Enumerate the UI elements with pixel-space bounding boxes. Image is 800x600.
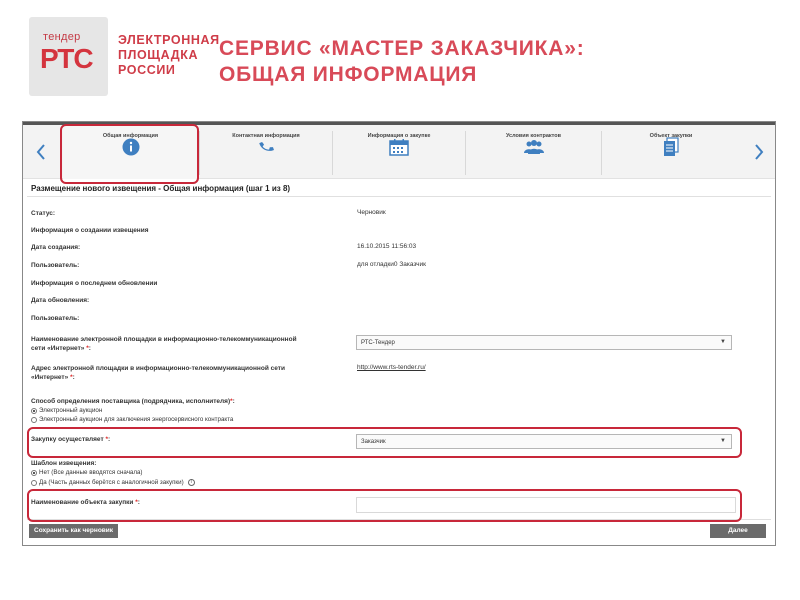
template-option[interactable]: Да (Часть данных берётся с аналогичной з… bbox=[31, 479, 195, 486]
radio-button[interactable] bbox=[31, 479, 37, 486]
created-date-label: Дата создания: bbox=[31, 244, 81, 251]
wizard-step-label: Контактная информация bbox=[232, 133, 300, 139]
platform-name-label: Наименование электронной площадки в инфо… bbox=[31, 335, 351, 353]
option-label: Электронный аукцион bbox=[39, 407, 103, 414]
logo-tender-text: тендер bbox=[43, 31, 81, 43]
option-label: Электронный аукцион для заключения энерг… bbox=[39, 416, 234, 423]
created-date-value: 16.10.2015 11:56:03 bbox=[357, 243, 417, 250]
chevron-left-icon[interactable] bbox=[25, 125, 57, 179]
logo-caption: ЭЛЕКТРОННАЯ ПЛОЩАДКА РОССИИ bbox=[118, 33, 220, 78]
rts-logo: тендер РТС bbox=[29, 17, 108, 96]
wizard-step-label: Объект закупки bbox=[649, 133, 693, 139]
last-update-heading: Информация о последнем обновлении bbox=[31, 280, 158, 287]
wizard-step-purchase-info[interactable]: Информация о закупке bbox=[333, 125, 465, 179]
page-title-line: ОБЩАЯ ИНФОРМАЦИЯ bbox=[219, 63, 478, 86]
highlight-purchaser-row bbox=[27, 427, 742, 458]
wizard-step-contract-terms[interactable]: Условия контрактов bbox=[466, 125, 601, 179]
platform-address-link[interactable]: http://www.rts-tender.ru/ bbox=[357, 364, 426, 371]
next-button[interactable]: Далее bbox=[710, 524, 766, 538]
platform-name-label-line: сети «Интернет» bbox=[31, 345, 85, 352]
highlight-active-step bbox=[60, 124, 199, 184]
platform-address-label-line: «Интернет» bbox=[31, 374, 69, 381]
platform-name-select[interactable]: РТС-Тендер ▼ bbox=[356, 335, 732, 350]
logo-caption-line: ЭЛЕКТРОННАЯ bbox=[118, 33, 220, 47]
update-user-label: Пользователь: bbox=[31, 315, 80, 322]
wizard-step-contact-info[interactable]: Контактная информация bbox=[200, 125, 332, 179]
user-value: для отладки0 Заказчик bbox=[357, 261, 427, 268]
supplier-method-option[interactable]: Электронный аукцион для заключения энерг… bbox=[31, 416, 233, 423]
update-date-label: Дата обновления: bbox=[31, 297, 90, 304]
supplier-method-label: Способ определения поставщика (подрядчик… bbox=[31, 397, 235, 406]
radio-button[interactable] bbox=[31, 407, 37, 414]
template-option[interactable]: Нет (Все данные вводятся сначала) bbox=[31, 469, 142, 476]
supplier-method-label-text: Способ определения поставщика (подрядчик… bbox=[31, 398, 231, 405]
option-label: Нет (Все данные вводятся сначала) bbox=[39, 469, 143, 476]
label-colon: : bbox=[88, 345, 91, 352]
wizard-step-label: Информация о закупке bbox=[367, 133, 431, 139]
label-colon: : bbox=[232, 398, 235, 405]
template-label: Шаблон извещения: bbox=[31, 460, 97, 467]
radio-button[interactable] bbox=[31, 469, 37, 476]
info-icon[interactable]: i bbox=[187, 479, 195, 486]
label-colon: : bbox=[72, 374, 75, 381]
user-label: Пользователь: bbox=[31, 262, 80, 269]
chevron-right-icon[interactable] bbox=[743, 125, 775, 179]
chevron-down-icon: ▼ bbox=[720, 339, 726, 345]
creation-info-heading: Информация о создании извещения bbox=[31, 227, 149, 234]
platform-name-label-line: Наименование электронной площадки в инфо… bbox=[31, 336, 297, 343]
save-draft-button[interactable]: Сохранить как черновик bbox=[29, 524, 119, 538]
form-title: Размещение нового извещения - Общая инфо… bbox=[31, 184, 291, 193]
platform-name-selected-value: РТС-Тендер bbox=[361, 340, 395, 346]
wizard-screenshot: Общая информация Контактная информация И… bbox=[22, 121, 776, 546]
logo-caption-line: ПЛОЩАДКА bbox=[118, 48, 199, 62]
supplier-method-option[interactable]: Электронный аукцион bbox=[31, 407, 102, 414]
page-title-line: СЕРВИС «МАСТЕР ЗАКАЗЧИКА»: bbox=[219, 37, 585, 60]
platform-address-label-line: Адрес электронной площадки в информацион… bbox=[31, 365, 285, 372]
option-label: Да (Часть данных берётся с аналогичной з… bbox=[39, 479, 184, 486]
radio-button[interactable] bbox=[31, 416, 37, 423]
logo-rts-text: РТС bbox=[40, 43, 94, 74]
status-label: Статус: bbox=[31, 210, 56, 217]
status-value: Черновик bbox=[357, 209, 386, 216]
wizard-step-purchase-object[interactable]: Объект закупки bbox=[602, 125, 740, 179]
logo-caption-line: РОССИИ bbox=[118, 63, 176, 77]
wizard-step-label: Условия контрактов bbox=[505, 133, 561, 139]
page-title: СЕРВИС «МАСТЕР ЗАКАЗЧИКА»: ОБЩАЯ ИНФОРМА… bbox=[219, 36, 779, 88]
divider bbox=[27, 196, 771, 197]
highlight-object-name-row bbox=[27, 489, 742, 522]
platform-address-label: Адрес электронной площадки в информацион… bbox=[31, 364, 351, 382]
